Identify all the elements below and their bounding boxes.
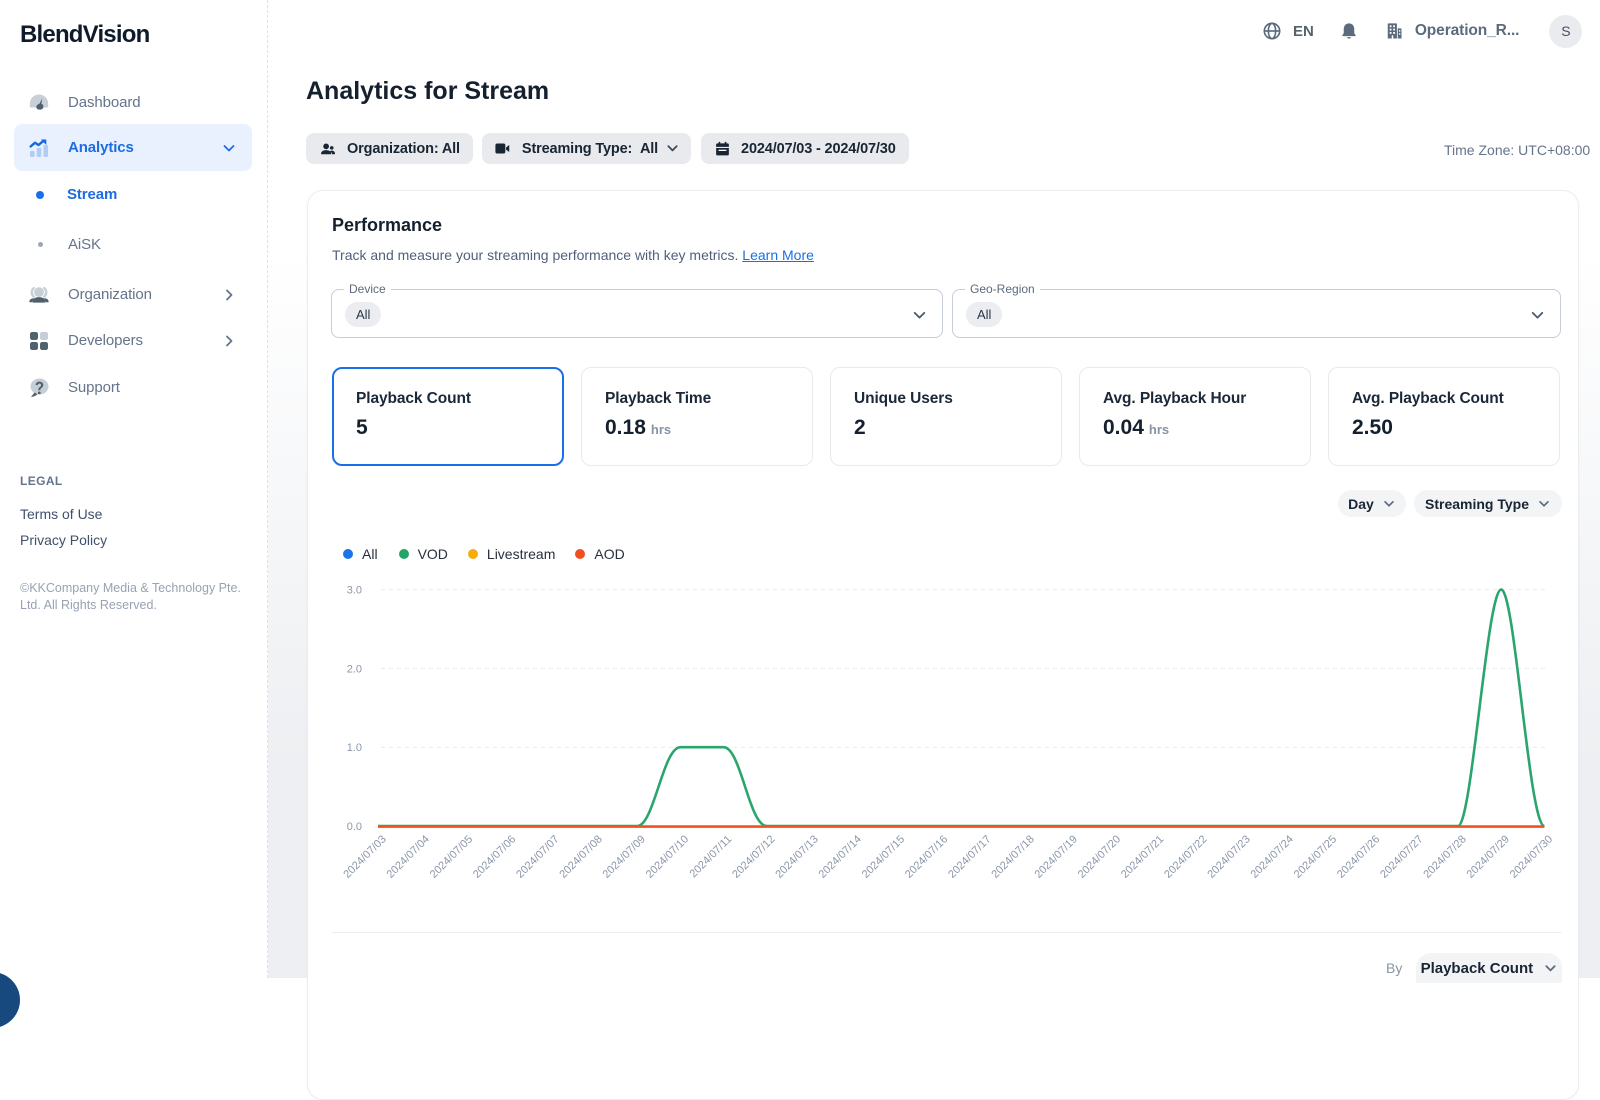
svg-text:2024/07/27: 2024/07/27 <box>1378 833 1425 880</box>
svg-text:2024/07/15: 2024/07/15 <box>860 833 907 880</box>
svg-text:2024/07/07: 2024/07/07 <box>514 833 561 880</box>
svg-text:2024/07/10: 2024/07/10 <box>644 833 691 880</box>
svg-text:1.0: 1.0 <box>347 742 362 754</box>
svg-text:2024/07/25: 2024/07/25 <box>1292 833 1339 880</box>
svg-text:2024/07/23: 2024/07/23 <box>1205 833 1252 880</box>
svg-text:2024/07/20: 2024/07/20 <box>1076 833 1123 880</box>
svg-text:2024/07/12: 2024/07/12 <box>730 833 777 880</box>
svg-text:2024/07/16: 2024/07/16 <box>903 833 950 880</box>
svg-text:0.0: 0.0 <box>347 821 362 833</box>
svg-text:2024/07/09: 2024/07/09 <box>601 833 648 880</box>
svg-text:2.0: 2.0 <box>347 663 362 675</box>
svg-text:2024/07/26: 2024/07/26 <box>1335 833 1382 880</box>
svg-text:2024/07/03: 2024/07/03 <box>341 833 388 880</box>
svg-text:2024/07/06: 2024/07/06 <box>471 833 518 880</box>
svg-text:2024/07/28: 2024/07/28 <box>1421 833 1468 880</box>
svg-text:2024/07/30: 2024/07/30 <box>1508 833 1555 880</box>
svg-text:2024/07/24: 2024/07/24 <box>1249 833 1296 880</box>
svg-text:2024/07/08: 2024/07/08 <box>557 833 604 880</box>
svg-text:2024/07/18: 2024/07/18 <box>989 833 1036 880</box>
svg-text:2024/07/11: 2024/07/11 <box>688 833 735 880</box>
svg-text:2024/07/04: 2024/07/04 <box>385 833 432 880</box>
svg-text:2024/07/19: 2024/07/19 <box>1033 833 1080 880</box>
svg-text:2024/07/05: 2024/07/05 <box>428 833 475 880</box>
svg-text:2024/07/14: 2024/07/14 <box>817 833 864 880</box>
svg-text:2024/07/17: 2024/07/17 <box>946 833 993 880</box>
svg-text:3.0: 3.0 <box>347 585 362 597</box>
svg-text:2024/07/22: 2024/07/22 <box>1162 833 1209 880</box>
svg-text:2024/07/13: 2024/07/13 <box>773 833 820 880</box>
svg-text:2024/07/21: 2024/07/21 <box>1119 833 1166 880</box>
svg-text:2024/07/29: 2024/07/29 <box>1465 833 1512 880</box>
